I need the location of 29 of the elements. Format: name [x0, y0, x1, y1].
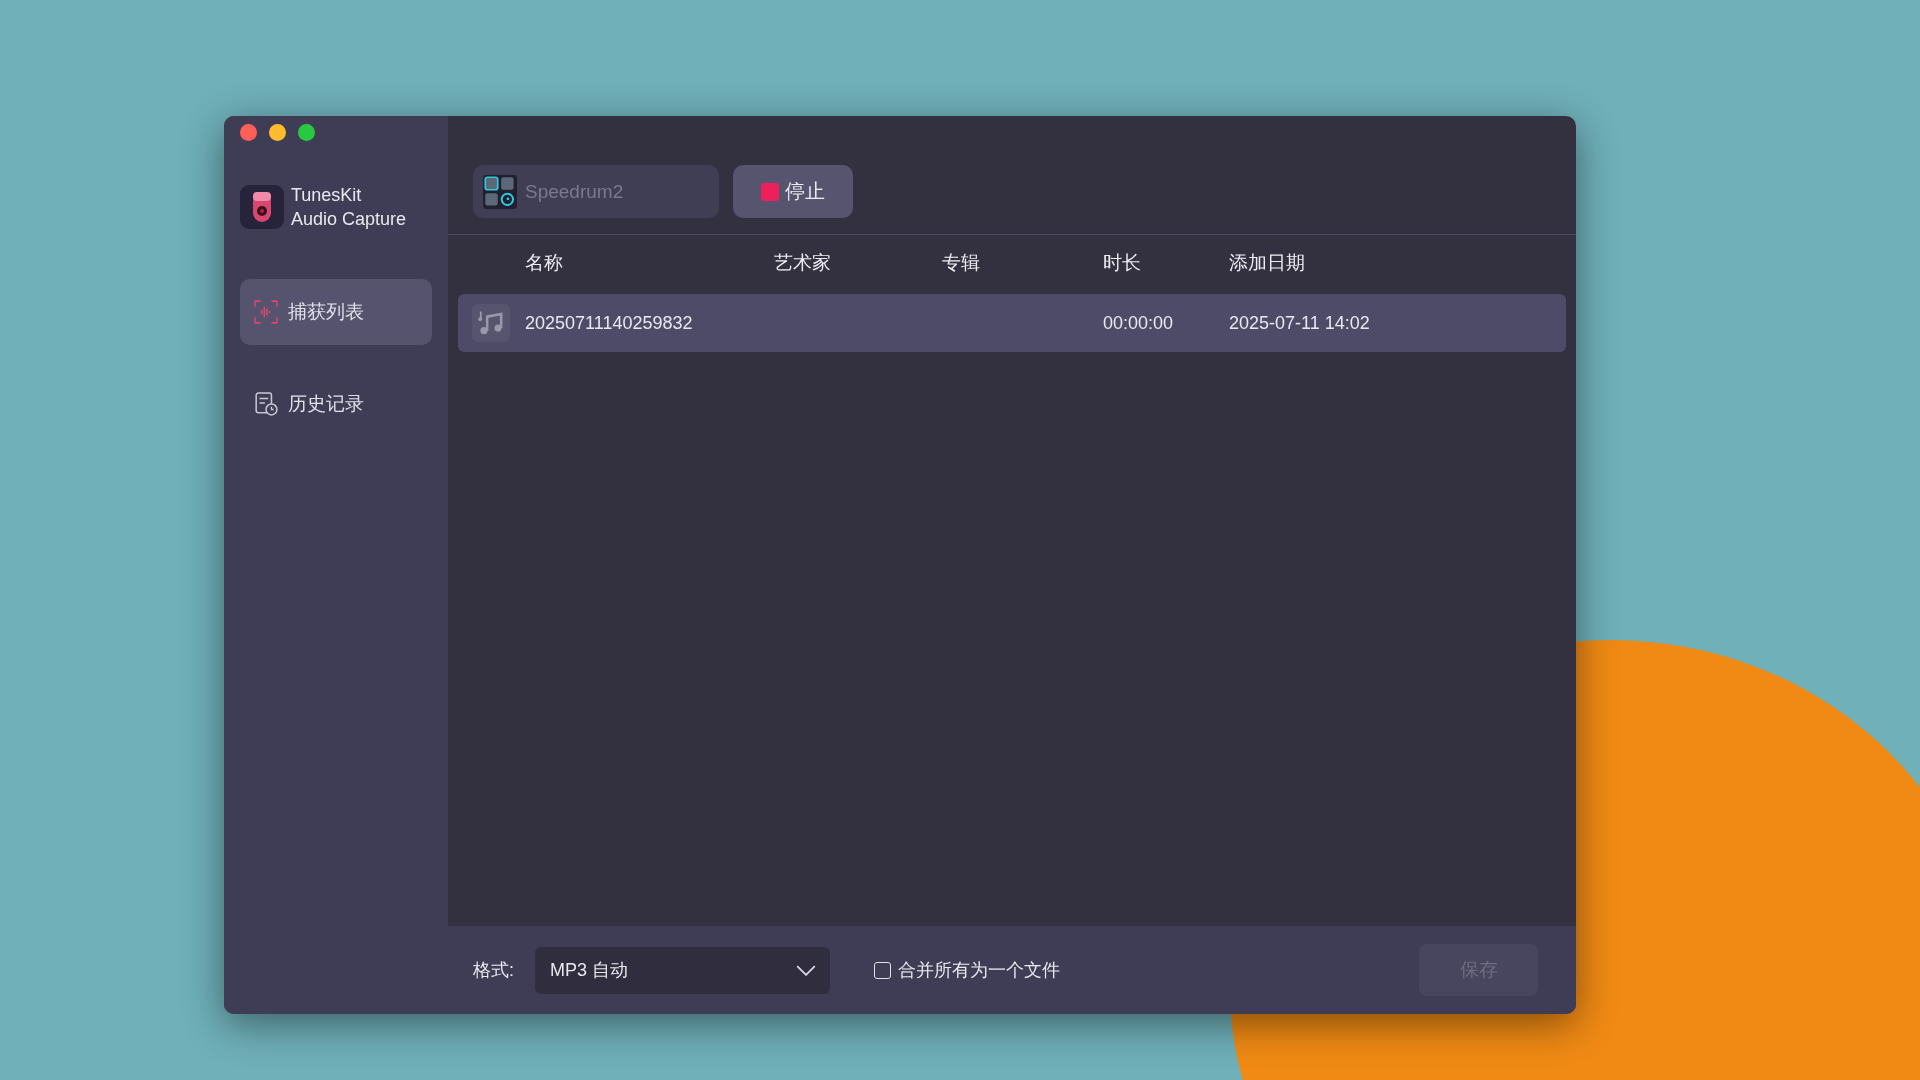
table-cell-text: 20250711140259832: [525, 312, 694, 334]
chevron-down-icon: [796, 964, 816, 976]
zoom-button[interactable]: [298, 123, 315, 141]
format-dropdown[interactable]: MP3 自动: [535, 946, 830, 994]
column-header[interactable]: 时长: [1103, 250, 1229, 276]
table-cell-text: 2025-07-11 14:02: [1229, 312, 1371, 334]
table-row[interactable]: 20250711140259832 00:00:00 2025-07-11 14:02: [458, 294, 1566, 352]
source-app-name: Speedrum2: [525, 180, 624, 203]
format-label: 格式:: [473, 959, 514, 982]
document-clock-icon: [254, 392, 278, 416]
music-note-icon: [472, 304, 510, 342]
column-header[interactable]: 名称: [525, 250, 774, 276]
close-button[interactable]: [240, 123, 257, 141]
app-name: Audio Capture: [291, 208, 407, 231]
sound-wave-icon: [254, 300, 278, 324]
checkbox[interactable]: [874, 961, 891, 979]
sidebar-item[interactable]: 捕获列表: [240, 279, 432, 345]
app-logo-icon: [240, 185, 284, 229]
stop-button[interactable]: 停止: [733, 165, 853, 218]
minimize-button[interactable]: [269, 123, 286, 141]
stop-icon: [761, 182, 779, 201]
column-header[interactable]: 专辑: [942, 250, 1103, 276]
app-grid-icon: [483, 174, 517, 209]
column-header[interactable]: 添加日期: [1229, 250, 1566, 276]
column-header[interactable]: 艺术家: [774, 250, 942, 276]
table-cell-text: 00:00:00: [1103, 312, 1175, 334]
app-name: TunesKit: [291, 184, 363, 207]
merge-label: 合并所有为一个文件: [898, 959, 1060, 982]
sidebar-item[interactable]: 历史记录: [240, 371, 432, 437]
